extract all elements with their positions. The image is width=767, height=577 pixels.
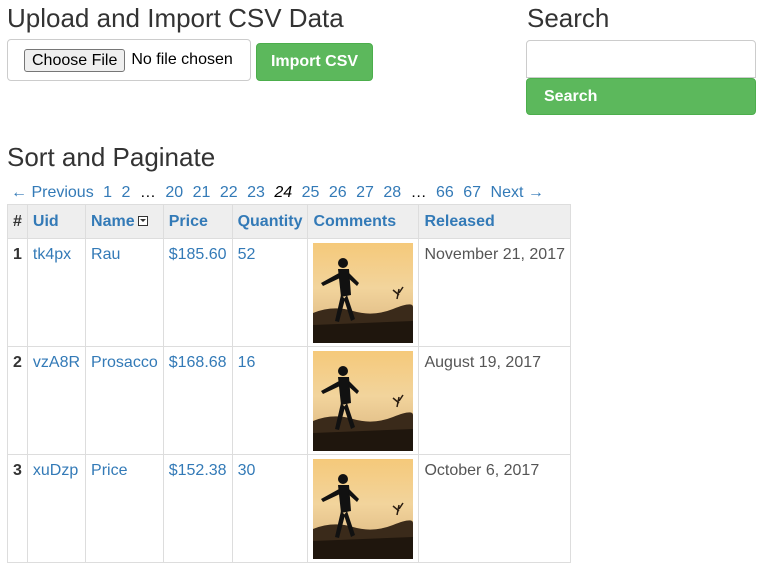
cell-comments bbox=[307, 346, 420, 455]
no-file-text: No file chosen bbox=[131, 51, 233, 68]
cell-uid[interactable]: tk4px bbox=[26, 238, 87, 347]
page-link[interactable]: 28 bbox=[383, 182, 401, 204]
col-quantity[interactable]: Quantity bbox=[231, 204, 309, 239]
page-link[interactable]: 20 bbox=[165, 182, 183, 204]
cell-name[interactable]: Prosacco bbox=[85, 346, 164, 455]
page-link[interactable]: 22 bbox=[220, 182, 238, 204]
page-link[interactable]: 27 bbox=[356, 182, 374, 204]
col-released[interactable]: Released bbox=[418, 204, 571, 239]
cell-released: August 19, 2017 bbox=[418, 346, 571, 455]
page-link[interactable]: 25 bbox=[302, 182, 320, 204]
pagination: ← Previous 1 2 … 20 21 22 23 24 25 26 27… bbox=[11, 182, 549, 204]
cell-uid[interactable]: xuDzp bbox=[26, 454, 87, 563]
col-index: # bbox=[7, 204, 28, 239]
page-link[interactable]: 26 bbox=[329, 182, 347, 204]
table-row: 3 xuDzp Price $152.38 30 October 6, 2017 bbox=[7, 454, 571, 563]
cell-quantity[interactable]: 30 bbox=[231, 454, 309, 563]
cell-comments bbox=[307, 454, 420, 563]
cell-quantity[interactable]: 52 bbox=[231, 238, 309, 347]
page-link[interactable]: 67 bbox=[463, 182, 481, 204]
cell-uid[interactable]: vzA8R bbox=[26, 346, 87, 455]
comment-thumbnail-image bbox=[313, 351, 414, 451]
search-title: Search bbox=[527, 3, 610, 33]
current-page: 24 bbox=[274, 184, 293, 201]
col-comments[interactable]: Comments bbox=[307, 204, 420, 239]
page-link[interactable]: 2 bbox=[122, 182, 131, 204]
table-row: 1 tk4px Rau $185.60 52 November 21, 2017 bbox=[7, 238, 571, 347]
file-input[interactable]: Choose File No file chosen bbox=[7, 39, 251, 81]
choose-file-button[interactable]: Choose File bbox=[24, 48, 126, 72]
search-button[interactable]: Search bbox=[526, 78, 756, 115]
col-price[interactable]: Price bbox=[162, 204, 233, 239]
col-name-label[interactable]: Name bbox=[91, 213, 135, 230]
page-link[interactable]: 21 bbox=[193, 182, 211, 204]
page-link[interactable]: 1 bbox=[103, 182, 112, 204]
cell-price[interactable]: $168.68 bbox=[162, 346, 233, 455]
cell-released: October 6, 2017 bbox=[418, 454, 571, 563]
comment-thumbnail-image bbox=[313, 459, 414, 559]
table-row: 2 vzA8R Prosacco $168.68 16 August 19, 2… bbox=[7, 346, 571, 455]
cell-comments bbox=[307, 238, 420, 347]
page-gap: … bbox=[410, 184, 427, 201]
previous-page-link[interactable]: ← Previous bbox=[11, 182, 94, 204]
import-csv-button[interactable]: Import CSV bbox=[256, 43, 373, 81]
search-input[interactable] bbox=[526, 40, 756, 78]
cell-name[interactable]: Rau bbox=[85, 238, 164, 347]
cell-price[interactable]: $152.38 bbox=[162, 454, 233, 563]
row-index: 2 bbox=[7, 346, 28, 455]
comment-thumbnail-image bbox=[313, 243, 414, 343]
table-header-row: # Uid Name Price Quantity Comments Relea… bbox=[7, 204, 571, 239]
cell-price[interactable]: $185.60 bbox=[162, 238, 233, 347]
page-gap: … bbox=[139, 184, 156, 201]
col-uid[interactable]: Uid bbox=[26, 204, 87, 239]
upload-title: Upload and Import CSV Data bbox=[7, 3, 344, 33]
row-index: 3 bbox=[7, 454, 28, 563]
sort-title: Sort and Paginate bbox=[7, 142, 216, 172]
next-page-link[interactable]: Next → bbox=[491, 182, 544, 204]
page-link[interactable]: 66 bbox=[436, 182, 454, 204]
sort-icon[interactable] bbox=[137, 216, 148, 227]
col-name[interactable]: Name bbox=[85, 204, 164, 239]
cell-name[interactable]: Price bbox=[85, 454, 164, 563]
data-table: # Uid Name Price Quantity Comments Relea… bbox=[7, 204, 571, 563]
page-link[interactable]: 23 bbox=[247, 182, 265, 204]
cell-quantity[interactable]: 16 bbox=[231, 346, 309, 455]
cell-released: November 21, 2017 bbox=[418, 238, 571, 347]
row-index: 1 bbox=[7, 238, 28, 347]
